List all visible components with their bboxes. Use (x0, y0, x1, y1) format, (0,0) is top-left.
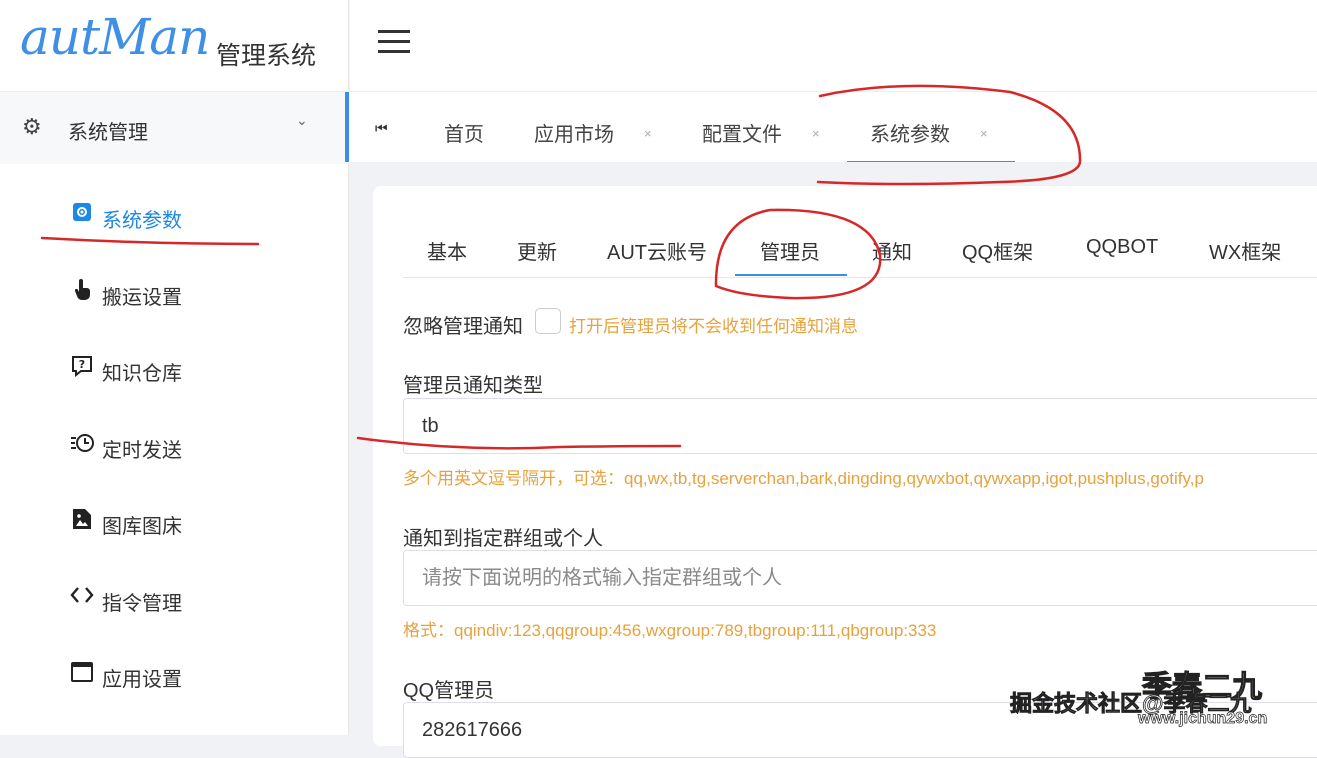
subtab-basic[interactable]: 基本 (427, 236, 467, 265)
sidebar-item-schedule[interactable]: 定时发送 (0, 414, 349, 476)
subtab-wx-framework[interactable]: WX框架 (1209, 236, 1281, 265)
watermark: 季春二九 掘金技术社区@季春二九 www.jichun29.cn (1010, 662, 1310, 732)
ignore-notify-label: 忽略管理通知 (403, 316, 523, 338)
subtab-qq-framework[interactable]: QQ框架 (962, 236, 1033, 265)
sidebar-item-label: 指令管理 (102, 593, 182, 615)
gear-icon: ⚙ (22, 114, 42, 139)
topbar (350, 0, 1317, 92)
ignore-notify-hint: 打开后管理员将不会收到任何通知消息 (569, 317, 858, 336)
subtab-qqbot[interactable]: QQBOT (1086, 236, 1158, 259)
subtab-update[interactable]: 更新 (517, 236, 557, 265)
tab-label: 首页 (444, 124, 484, 146)
subtab-aut-cloud[interactable]: AUT云账号 (607, 236, 707, 265)
tab-label: 应用市场 (534, 124, 614, 146)
clock-list-icon (70, 432, 94, 460)
hand-pointer-icon (70, 279, 94, 307)
active-subtab-indicator (735, 274, 847, 276)
close-icon[interactable]: × (644, 126, 652, 141)
settings-subtabs: 基本 更新 AUT云账号 管理员 通知 QQ框架 QQBOT WX框架 (403, 186, 1317, 278)
code-icon (70, 585, 94, 611)
sidebar-item-knowledge[interactable]: ? 知识仓库 (0, 337, 349, 399)
subtab-notify[interactable]: 通知 (872, 236, 912, 265)
svg-text:?: ? (79, 358, 85, 371)
tab-app-market[interactable]: 应用市场 × (534, 118, 652, 147)
notify-target-label: 通知到指定群组或个人 (403, 528, 603, 550)
sidebar-group-system[interactable]: ⚙ 系统管理 ⌄ (0, 92, 349, 164)
window-icon (70, 661, 94, 689)
sidebar-item-label: 搬运设置 (102, 287, 182, 309)
tab-home[interactable]: 首页 (444, 118, 484, 147)
gear-square-icon (70, 202, 94, 228)
notify-type-input[interactable] (403, 398, 1317, 454)
ignore-notify-checkbox[interactable] (535, 308, 561, 334)
subtab-admin[interactable]: 管理员 (760, 236, 820, 265)
sidebar-item-commands[interactable]: 指令管理 (0, 567, 349, 629)
notify-target-input[interactable] (403, 550, 1317, 606)
notify-target-hint: 格式：qqindiv:123,qqgroup:456,wxgroup:789,t… (403, 621, 937, 640)
logo-script: autMan (20, 8, 210, 66)
sidebar-group-label: 系统管理 (68, 122, 148, 144)
sidebar: autMan 管理系统 ⚙ 系统管理 ⌄ 系统参数 搬运设置 ? 知识仓库 定时… (0, 0, 349, 735)
notify-type-hint: 多个用英文逗号隔开，可选：qq,wx,tb,tg,serverchan,bark… (403, 469, 1204, 488)
logo-text: 管理系统 (216, 42, 317, 70)
sidebar-item-label: 图库图床 (102, 516, 182, 538)
watermark-url-text: www.jichun29.cn (1138, 710, 1268, 728)
sidebar-item-label: 应用设置 (102, 669, 182, 691)
scroll-first-icon[interactable]: ⏮ (375, 120, 388, 137)
sidebar-item-label: 系统参数 (102, 210, 182, 232)
tab-config-file[interactable]: 配置文件 × (702, 118, 820, 147)
hamburger-menu-icon[interactable] (378, 30, 410, 53)
sidebar-item-gallery[interactable]: 图库图床 (0, 490, 349, 552)
question-message-icon: ? (70, 355, 94, 383)
tab-bar: ⏮ 首页 应用市场 × 配置文件 × 系统参数 × (345, 92, 1317, 162)
sidebar-item-system-params[interactable]: 系统参数 (0, 184, 349, 246)
tab-system-params[interactable]: 系统参数 × (870, 118, 988, 147)
image-file-icon (70, 508, 94, 536)
qq-admin-label: QQ管理员 (403, 680, 495, 702)
sidebar-item-app-settings[interactable]: 应用设置 (0, 643, 349, 705)
chevron-down-icon: ⌄ (296, 112, 308, 128)
sidebar-item-label: 知识仓库 (102, 363, 182, 385)
notify-type-label: 管理员通知类型 (403, 375, 543, 397)
tab-label: 系统参数 (870, 124, 950, 146)
sidebar-item-transfer[interactable]: 搬运设置 (0, 261, 349, 323)
logo: autMan 管理系统 (0, 0, 349, 92)
sidebar-item-label: 定时发送 (102, 440, 182, 462)
tab-label: 配置文件 (702, 124, 782, 146)
close-icon[interactable]: × (980, 126, 988, 141)
close-icon[interactable]: × (812, 126, 820, 141)
active-tab-indicator (847, 161, 1015, 162)
